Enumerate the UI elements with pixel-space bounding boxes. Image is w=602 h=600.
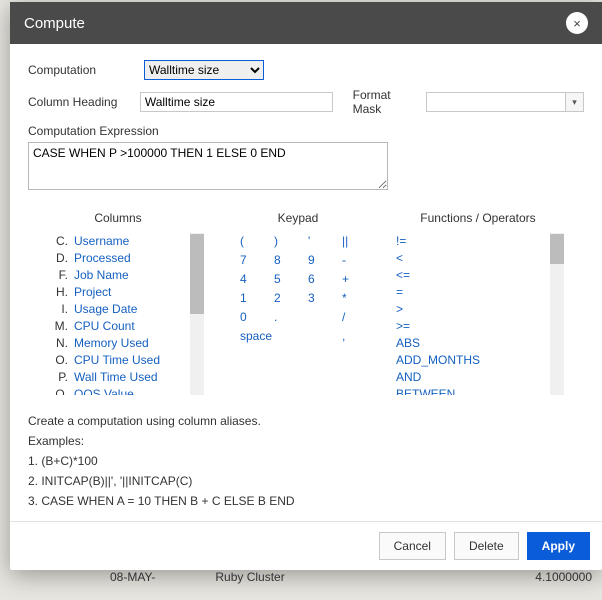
modal-header: Compute ×	[10, 2, 602, 44]
keypad-key[interactable]: 7	[240, 252, 262, 269]
apply-button[interactable]: Apply	[527, 532, 590, 560]
keypad-key[interactable]: 9	[308, 252, 330, 269]
column-item[interactable]: F. Job Name	[52, 267, 208, 284]
function-item[interactable]: <	[396, 250, 568, 267]
help-intro: Create a computation using column aliase…	[28, 411, 584, 431]
column-link[interactable]: CPU Time Used	[74, 352, 160, 369]
keypad-key[interactable]: *	[342, 290, 364, 307]
keypad-key[interactable]: 5	[274, 271, 296, 288]
column-link[interactable]: Wall Time Used	[74, 369, 158, 386]
column-letter: P.	[52, 369, 68, 386]
column-letter: Q.	[52, 386, 68, 395]
keypad-key[interactable]: ||	[342, 233, 364, 250]
keypad-key[interactable]: +	[342, 271, 364, 288]
keypad-key[interactable]: 0	[240, 309, 262, 326]
function-item[interactable]: AND	[396, 369, 568, 386]
column-item[interactable]: H. Project	[52, 284, 208, 301]
column-letter: I.	[52, 301, 68, 318]
chevron-down-icon: ▾	[572, 97, 577, 108]
help-examples-label: Examples:	[28, 431, 584, 451]
expression-label: Computation Expression	[28, 124, 584, 138]
column-link[interactable]: Processed	[74, 250, 131, 267]
keypad-key[interactable]: (	[240, 233, 262, 250]
column-item[interactable]: O. CPU Time Used	[52, 352, 208, 369]
column-item[interactable]: M. CPU Count	[52, 318, 208, 335]
function-item[interactable]: BETWEEN	[396, 386, 568, 395]
column-letter: F.	[52, 267, 68, 284]
columns-scrollbar[interactable]	[190, 233, 204, 395]
modal-footer: Cancel Delete Apply	[10, 521, 602, 570]
function-item[interactable]: ABS	[396, 335, 568, 352]
keypad-key[interactable]: 3	[308, 290, 330, 307]
compute-modal: Compute × Computation Walltime size Colu…	[10, 2, 602, 570]
keypad-panel: Keypad () ' || 789- 456 +123 * 0. / space,	[208, 211, 388, 395]
function-item[interactable]: !=	[396, 233, 568, 250]
keypad-key[interactable]: 2	[274, 290, 296, 307]
column-link[interactable]: Memory Used	[74, 335, 149, 352]
column-link[interactable]: Job Name	[74, 267, 129, 284]
modal-title: Compute	[24, 15, 85, 32]
functions-scrollbar[interactable]	[550, 233, 564, 395]
keypad-key[interactable]: )	[274, 233, 296, 250]
keypad-key[interactable]: space	[240, 328, 296, 345]
help-example-2: 2. INITCAP(B)||', '||INITCAP(C)	[28, 471, 584, 491]
column-letter: N.	[52, 335, 68, 352]
column-letter: H.	[52, 284, 68, 301]
keypad-key[interactable]: .	[274, 309, 296, 326]
column-letter: O.	[52, 352, 68, 369]
keypad-header: Keypad	[208, 211, 388, 225]
keypad-key[interactable]: '	[308, 233, 330, 250]
column-item[interactable]: P. Wall Time Used	[52, 369, 208, 386]
function-item[interactable]: =	[396, 284, 568, 301]
modal-body: Computation Walltime size Column Heading…	[10, 44, 602, 521]
columns-header: Columns	[28, 211, 208, 225]
computation-select[interactable]: Walltime size	[144, 60, 264, 80]
computation-label: Computation	[28, 63, 138, 77]
format-mask-input[interactable]	[426, 92, 566, 112]
help-text: Create a computation using column aliase…	[28, 411, 584, 511]
cancel-button[interactable]: Cancel	[379, 532, 446, 560]
column-link[interactable]: Username	[74, 233, 129, 250]
function-item[interactable]: ADD_MONTHS	[396, 352, 568, 369]
format-mask-label: Format Mask	[353, 88, 420, 116]
close-button[interactable]: ×	[566, 12, 588, 34]
keypad-key[interactable]: 1	[240, 290, 262, 307]
keypad-key[interactable]: /	[342, 309, 364, 326]
column-item[interactable]: C. Username	[52, 233, 208, 250]
function-item[interactable]: <=	[396, 267, 568, 284]
columns-panel: Columns C.UsernameD.ProcessedF.Job NameH…	[28, 211, 208, 395]
column-letter: D.	[52, 250, 68, 267]
keypad-key	[308, 309, 330, 326]
function-item[interactable]: >=	[396, 318, 568, 335]
delete-button[interactable]: Delete	[454, 532, 519, 560]
expression-textarea[interactable]: CASE WHEN P >100000 THEN 1 ELSE 0 END	[28, 142, 388, 190]
keypad-key[interactable]: 6	[308, 271, 330, 288]
keypad-key[interactable]: ,	[342, 328, 364, 345]
column-item[interactable]: I. Usage Date	[52, 301, 208, 318]
help-example-1: 1. (B+C)*100	[28, 451, 584, 471]
modal-overlay: Compute × Computation Walltime size Colu…	[0, 0, 602, 600]
column-item[interactable]: Q. QOS Value	[52, 386, 208, 395]
keypad-key[interactable]: 4	[240, 271, 262, 288]
keypad-key	[308, 328, 330, 345]
column-letter: M.	[52, 318, 68, 335]
keypad-key[interactable]: 8	[274, 252, 296, 269]
help-example-3: 3. CASE WHEN A = 10 THEN B + C ELSE B EN…	[28, 491, 584, 511]
column-item[interactable]: N. Memory Used	[52, 335, 208, 352]
column-letter: C.	[52, 233, 68, 250]
column-link[interactable]: QOS Value	[74, 386, 134, 395]
column-heading-label: Column Heading	[28, 95, 134, 109]
keypad-key[interactable]: -	[342, 252, 364, 269]
format-mask-dropdown[interactable]: ▾	[566, 92, 584, 112]
functions-header: Functions / Operators	[388, 211, 568, 225]
functions-panel: Functions / Operators !=<<==>>=ABSADD_MO…	[388, 211, 568, 395]
column-link[interactable]: CPU Count	[74, 318, 135, 335]
column-link[interactable]: Project	[74, 284, 111, 301]
function-item[interactable]: >	[396, 301, 568, 318]
column-link[interactable]: Usage Date	[74, 301, 137, 318]
column-heading-input[interactable]	[140, 92, 333, 112]
column-item[interactable]: D. Processed	[52, 250, 208, 267]
